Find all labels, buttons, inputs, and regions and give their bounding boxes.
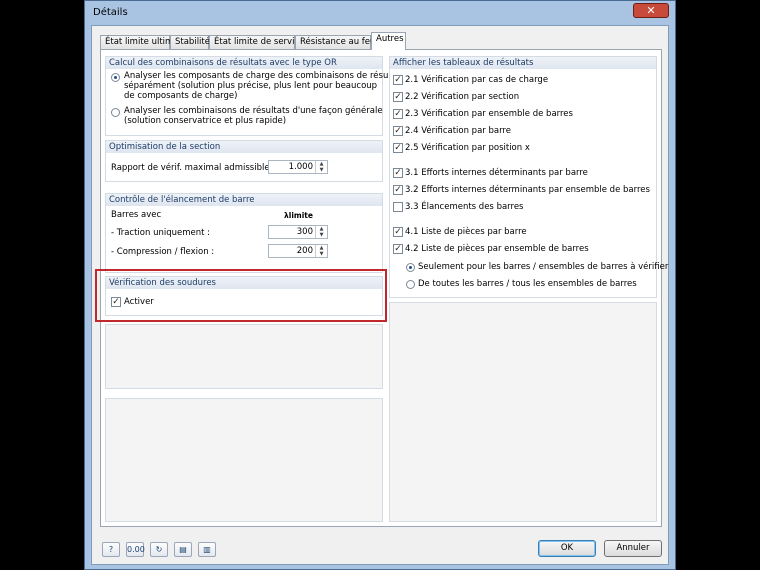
load-settings-icon[interactable]: ▤ [174,542,192,557]
ok-button[interactable]: OK [538,540,596,557]
calc-combinations-title: Calcul des combinaisons de résultats ave… [106,57,382,69]
tab-panel-autres: Calcul des combinaisons de résultats ave… [95,49,668,527]
highlight-frame [95,269,387,322]
tab-stabilite[interactable]: Stabilité [170,35,210,49]
dialog-client: État limite ultime Stabilité État limite… [91,25,669,565]
tab-autres[interactable]: Autres [371,32,406,50]
radio-general-analysis[interactable] [111,108,120,117]
calc-combinations-group: Calcul des combinaisons de résultats ave… [105,56,407,136]
cancel-button[interactable]: Annuler [604,540,662,557]
item-4-2-label: 4.2 Liste de pièces par ensemble de barr… [405,244,589,254]
max-ratio-arrows[interactable]: ▲ ▼ [315,161,327,173]
option1-line1: Analyser les composants de charge des co… [124,71,407,81]
result-tables-group: Afficher les tableaux de résultats ✓ 2.1… [389,56,668,298]
close-button[interactable]: ✕ [633,3,669,18]
item-3-3-label: 3.3 Élancements des barres [405,202,524,212]
dialog-window: Détails ✕ État limite ultime Stabilité É… [84,0,676,570]
tab-etat-limite-ultime[interactable]: État limite ultime [100,35,179,49]
empty-area-left-2 [105,398,383,522]
option2-line2: (solution conservatrice et plus rapide) [124,116,287,126]
max-ratio-spinner[interactable]: 1.000 ▲ ▼ [268,160,328,174]
radio-all-bars-label: De toutes les barres / tous les ensemble… [418,279,637,289]
item-2-4-label: 2.4 Vérification par barre [405,126,511,136]
radio-separate-analysis[interactable] [111,73,120,82]
tab-etat-limite-de-service[interactable]: État limite de service [209,35,304,49]
checkbox-4-2[interactable]: ✓ [393,244,403,254]
optimization-group: Optimisation de la section Rapport de vé… [105,140,383,182]
traction-label: - Traction uniquement : [111,228,211,238]
checkbox-3-1[interactable]: ✓ [393,168,403,178]
item-2-1-label: 2.1 Vérification par cas de charge [405,75,549,85]
reset-icon[interactable]: ↻ [150,542,168,557]
radio-only-checked-label: Seulement pour les barres / ensembles de… [418,262,669,272]
title-bar: Détails ✕ [85,1,675,25]
item-3-1-label: 3.1 Efforts internes déterminants par ba… [405,168,588,178]
traction-arrows[interactable]: ▲ ▼ [315,226,327,238]
spin-down-icon[interactable]: ▼ [316,251,327,257]
checkbox-4-1[interactable]: ✓ [393,227,403,237]
compression-arrows[interactable]: ▲ ▼ [315,245,327,257]
slenderness-title: Contrôle de l'élancement de barre [106,194,382,206]
item-2-5-label: 2.5 Vérification par position x [405,143,530,153]
units-icon[interactable]: 0.00 [126,542,145,557]
checkbox-2-4[interactable]: ✓ [393,126,403,136]
item-3-2-label: 3.2 Efforts internes déterminants par en… [405,185,650,195]
traction-spinner[interactable]: 300 ▲ ▼ [268,225,328,239]
spin-down-icon[interactable]: ▼ [316,232,327,238]
option1-line2: séparément (solution plus précise, plus … [124,81,378,91]
radio-all-bars[interactable] [406,280,415,289]
checkbox-2-5[interactable]: ✓ [393,143,403,153]
help-icon[interactable]: ? [102,542,120,557]
max-ratio-value: 1.000 [288,162,313,172]
compression-label: - Compression / flexion : [111,247,215,257]
empty-area-left-1 [105,324,383,389]
compression-value: 200 [296,246,313,256]
item-2-3-label: 2.3 Vérification par ensemble de barres [405,109,573,119]
option2-line1: Analyser les combinaisons de résultats d… [124,106,383,116]
checkbox-2-2[interactable]: ✓ [393,92,403,102]
traction-value: 300 [296,227,313,237]
checkbox-3-3[interactable] [393,202,403,212]
radio-only-checked-bars[interactable] [406,263,415,272]
checkbox-2-3[interactable]: ✓ [393,109,403,119]
window-title: Détails [93,7,128,18]
bars-with-label: Barres avec [111,210,162,220]
item-4-1-label: 4.1 Liste de pièces par barre [405,227,527,237]
slenderness-group: Contrôle de l'élancement de barre Barres… [105,193,383,273]
save-settings-icon[interactable]: ▥ [198,542,216,557]
spin-down-icon[interactable]: ▼ [316,167,327,173]
result-tables-title: Afficher les tableaux de résultats [390,57,656,69]
checkbox-2-1[interactable]: ✓ [393,75,403,85]
max-ratio-label: Rapport de vérif. maximal admissible : [111,163,276,173]
lambda-limit-header: λlimite [284,211,313,220]
checkbox-3-2[interactable]: ✓ [393,185,403,195]
option1-line3: de composants de charge) [124,91,238,101]
tab-resistance-au-feu[interactable]: Résistance au feu [295,35,375,49]
optimization-title: Optimisation de la section [106,141,382,153]
empty-area-right [389,302,657,522]
compression-spinner[interactable]: 200 ▲ ▼ [268,244,328,258]
item-2-2-label: 2.2 Vérification par section [405,92,520,102]
